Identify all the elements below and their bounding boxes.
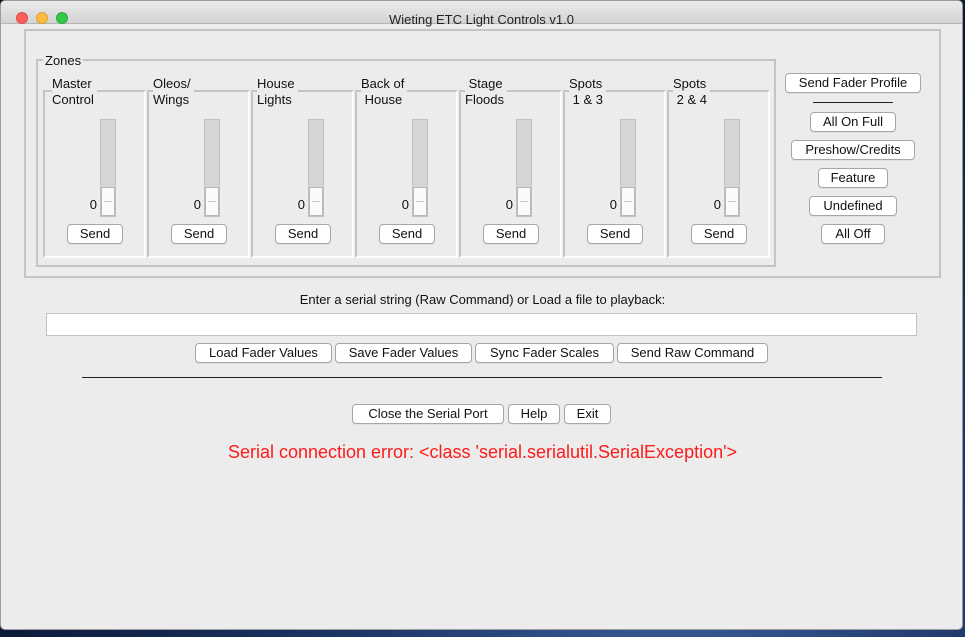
fader-thumb[interactable]: [621, 187, 635, 216]
fader-back-of-house[interactable]: [412, 119, 428, 217]
fader-value: 0: [713, 197, 721, 212]
zone-label: House Lights: [257, 76, 298, 108]
fader-value: 0: [505, 197, 513, 212]
fader-thumb[interactable]: [413, 187, 427, 216]
send-master-control-button[interactable]: Send: [67, 224, 123, 244]
preshow-credits-button[interactable]: Preshow/Credits: [791, 140, 915, 160]
zone-label: Stage Floods: [465, 76, 508, 108]
zone-label: Oleos/ Wings: [153, 76, 194, 108]
feature-button[interactable]: Feature: [818, 168, 888, 188]
zone-label: Back of House: [361, 76, 408, 108]
send-stage-floods-button[interactable]: Send: [483, 224, 539, 244]
divider: [813, 102, 893, 103]
help-button[interactable]: Help: [508, 404, 560, 424]
error-message: Serial connection error: <class 'serial.…: [227, 442, 738, 462]
fader-thumb[interactable]: [205, 187, 219, 216]
fader-spots-2-4[interactable]: [724, 119, 740, 217]
all-on-full-button[interactable]: All On Full: [810, 112, 896, 132]
exit-button[interactable]: Exit: [564, 404, 611, 424]
fader-oleos-wings[interactable]: [204, 119, 220, 217]
fader-house-lights[interactable]: [308, 119, 324, 217]
fader-thumb[interactable]: [101, 187, 115, 216]
fader-value: 0: [401, 197, 409, 212]
raw-command-input[interactable]: [46, 313, 917, 336]
fader-thumb[interactable]: [309, 187, 323, 216]
zones-title: Zones: [43, 53, 84, 68]
fader-stage-floods[interactable]: [516, 119, 532, 217]
send-oleos-wings-button[interactable]: Send: [171, 224, 227, 244]
fader-spots-1-3[interactable]: [620, 119, 636, 217]
fader-value: 0: [89, 197, 97, 212]
fader-value: 0: [193, 197, 201, 212]
fader-value: 0: [609, 197, 617, 212]
all-off-button[interactable]: All Off: [821, 224, 885, 244]
window-title: Wieting ETC Light Controls v1.0: [389, 12, 574, 27]
zone-label: Spots 1 & 3: [569, 76, 606, 108]
send-spots-2-4-button[interactable]: Send: [691, 224, 747, 244]
send-spots-1-3-button[interactable]: Send: [587, 224, 643, 244]
fader-value: 0: [297, 197, 305, 212]
load-fader-values-button[interactable]: Load Fader Values: [195, 343, 332, 363]
send-raw-command-button[interactable]: Send Raw Command: [617, 343, 768, 363]
zone-label: Master Control: [52, 76, 97, 108]
save-fader-values-button[interactable]: Save Fader Values: [335, 343, 472, 363]
title-bar[interactable]: Wieting ETC Light Controls v1.0: [1, 1, 962, 27]
send-fader-profile-button[interactable]: Send Fader Profile: [785, 73, 921, 93]
send-house-lights-button[interactable]: Send: [275, 224, 331, 244]
undefined-button[interactable]: Undefined: [809, 196, 897, 216]
close-serial-port-button[interactable]: Close the Serial Port: [352, 404, 504, 424]
fader-thumb[interactable]: [725, 187, 739, 216]
zone-label: Spots 2 & 4: [673, 76, 710, 108]
section-divider: [82, 377, 882, 378]
send-back-of-house-button[interactable]: Send: [379, 224, 435, 244]
raw-command-label: Enter a serial string (Raw Command) or L…: [299, 292, 666, 307]
sync-fader-scales-button[interactable]: Sync Fader Scales: [475, 343, 614, 363]
fader-master-control[interactable]: [100, 119, 116, 217]
fader-thumb[interactable]: [517, 187, 531, 216]
